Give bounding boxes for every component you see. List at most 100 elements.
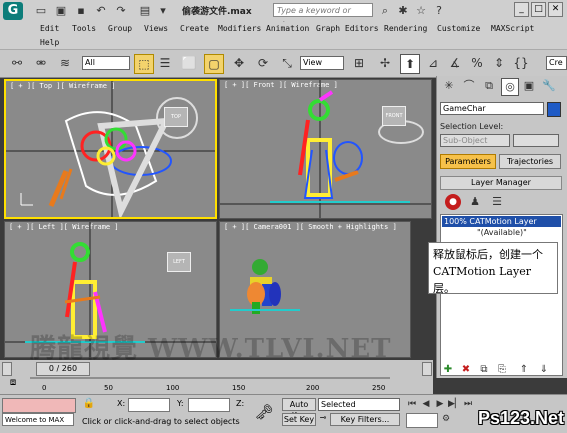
close-button[interactable]: ✕ (548, 2, 563, 17)
info-icon[interactable]: ✱ (394, 3, 412, 19)
move-layer-up-icon[interactable]: ⇑ (517, 363, 531, 377)
selection-filter-dropdown[interactable]: All (82, 56, 130, 70)
current-frame-field[interactable] (406, 413, 438, 428)
go-to-start-icon[interactable]: ⏮ (406, 398, 418, 410)
tab-parameters[interactable]: Parameters (440, 154, 496, 169)
redo-icon[interactable]: ↷ (112, 3, 130, 19)
percent-snap-icon[interactable]: % (468, 54, 486, 72)
tab-trajectories[interactable]: Trajectories (499, 154, 561, 169)
menu-modifiers[interactable]: Modifiers (218, 24, 261, 33)
tick-150: 150 (232, 384, 246, 392)
time-slider-next[interactable] (422, 362, 432, 376)
move-layer-down-icon[interactable]: ⇓ (537, 363, 551, 377)
key-selection-dropdown[interactable]: Selected (318, 398, 400, 411)
open-folder-icon[interactable]: ▣ (52, 3, 70, 19)
viewport-front[interactable]: [ + ][ Front ][ Wireframe ] FRONT (219, 79, 432, 219)
record-button[interactable]: ● (445, 194, 461, 210)
scale-icon[interactable]: ⤡ (278, 54, 296, 72)
select-object-icon[interactable]: ⬚ (134, 54, 154, 74)
viewcube-front[interactable]: FRONT (382, 106, 406, 126)
play-icon[interactable]: ▶ (434, 398, 446, 410)
menu-customize[interactable]: Customize (437, 24, 480, 33)
set-key-button[interactable]: Set Key (282, 413, 316, 426)
keyboard-shortcut-icon[interactable]: ⬆ (400, 54, 420, 74)
go-to-end-icon[interactable]: ⏭ (462, 398, 474, 410)
x-coordinate-field[interactable] (128, 398, 170, 412)
menu-group[interactable]: Group (108, 24, 132, 33)
create-tab-icon[interactable]: ✳ (441, 78, 457, 94)
add-layer-icon[interactable]: ✚ (441, 363, 455, 377)
menu-maxscript[interactable]: MAXScript (491, 24, 534, 33)
project-folder-icon[interactable]: ▤ (136, 3, 154, 19)
search-icon[interactable]: ⌕ (376, 3, 394, 19)
window-crossing-icon[interactable]: ▢ (204, 54, 224, 74)
object-name-field[interactable]: GameChar (440, 102, 544, 115)
search-input[interactable]: Type a keyword or phrase (273, 3, 373, 29)
dropdown-arrow-icon[interactable]: ▾ (154, 3, 172, 19)
menu-animation[interactable]: Animation (266, 24, 309, 33)
motion-tab-icon[interactable]: ◎ (501, 78, 519, 96)
layer-list-item[interactable]: 100% CATMotion Layer (442, 216, 561, 227)
edit-named-selection-icon[interactable]: {} (512, 54, 530, 72)
time-slider-prev[interactable] (2, 362, 12, 376)
set-key-icon[interactable]: 🗝 (252, 403, 276, 421)
maxscript-listener[interactable]: Welcome to MAX (2, 413, 74, 426)
menu-help[interactable]: Help (40, 38, 59, 47)
rig-icon[interactable]: ♟ (467, 194, 483, 210)
key-filters-button[interactable]: Key Filters... (330, 413, 400, 426)
minimize-button[interactable]: _ (514, 2, 529, 17)
save-icon[interactable]: ▪ (72, 3, 90, 19)
copy-layer-icon[interactable]: ⧉ (477, 363, 491, 377)
paste-layer-icon[interactable]: ⎘ (495, 363, 509, 377)
viewport-top[interactable]: [ + ][ Top ][ Wireframe ] TOP (4, 79, 217, 219)
star-icon[interactable]: ☆ (412, 3, 430, 19)
time-config-icon[interactable]: ⚙ (440, 413, 452, 425)
pivot-center-icon[interactable]: ⊞ (350, 54, 368, 72)
bind-space-warp-icon[interactable]: ≋ (56, 54, 74, 72)
select-by-name-icon[interactable]: ☰ (156, 54, 174, 72)
y-coordinate-field[interactable] (188, 398, 230, 412)
new-file-icon[interactable]: ▭ (32, 3, 50, 19)
link-icon[interactable]: ⚯ (8, 54, 26, 72)
sub-object-field[interactable]: Sub-Object (440, 134, 510, 147)
help-icon[interactable]: ? (430, 3, 448, 19)
key-mode-icon[interactable]: ⊸ (318, 413, 328, 426)
app-logo-icon[interactable]: G (3, 2, 23, 20)
menu-graph-editors[interactable]: Graph Editors (316, 24, 379, 33)
move-icon[interactable]: ✥ (230, 54, 248, 72)
menu-edit[interactable]: Edit (40, 24, 59, 33)
named-selection-dropdown[interactable]: Cre (546, 56, 567, 70)
menu-views[interactable]: Views (144, 24, 168, 33)
unlink-icon[interactable]: ⚮ (32, 54, 50, 72)
auto-key-button[interactable]: Auto Key (282, 398, 316, 420)
layer-stack-icon[interactable]: ☰ (489, 194, 505, 210)
angle-snap-icon[interactable]: ∡ (446, 54, 464, 72)
timeline-ruler[interactable] (30, 376, 430, 394)
select-manipulate-icon[interactable]: ✢ (376, 54, 394, 72)
spinner-snap-icon[interactable]: ⇕ (490, 54, 508, 72)
utilities-tab-icon[interactable]: 🔧 (541, 78, 557, 94)
rotate-icon[interactable]: ⟳ (254, 54, 272, 72)
display-tab-icon[interactable]: ▣ (521, 78, 537, 94)
next-frame-icon[interactable]: ▶▏ (448, 398, 462, 410)
layer-manager-rollout[interactable]: Layer Manager (440, 176, 562, 190)
object-color-swatch[interactable] (547, 102, 561, 117)
lock-icon[interactable]: 🔒 (82, 398, 96, 411)
menu-create[interactable]: Create (180, 24, 209, 33)
track-bar-icon[interactable]: ⧈ (4, 377, 22, 391)
sub-object-dropdown[interactable] (513, 134, 559, 147)
hierarchy-tab-icon[interactable]: ⧉ (481, 78, 497, 94)
maximize-button[interactable]: □ (531, 2, 546, 17)
delete-layer-icon[interactable]: ✖ (459, 363, 473, 377)
snaps-toggle-icon[interactable]: ⊿ (424, 54, 442, 72)
viewcube-top[interactable]: TOP (164, 107, 188, 127)
undo-icon[interactable]: ↶ (92, 3, 110, 19)
maxscript-listener-top[interactable] (2, 398, 76, 413)
rectangle-selection-icon[interactable]: ⬜ (180, 54, 198, 72)
previous-frame-icon[interactable]: ◀ (420, 398, 432, 410)
reference-coordinate-dropdown[interactable]: View (300, 56, 344, 70)
viewcube-left[interactable]: LEFT (167, 252, 191, 272)
menu-rendering[interactable]: Rendering (384, 24, 427, 33)
menu-tools[interactable]: Tools (72, 24, 96, 33)
modify-tab-icon[interactable]: ⌒ (461, 78, 477, 94)
